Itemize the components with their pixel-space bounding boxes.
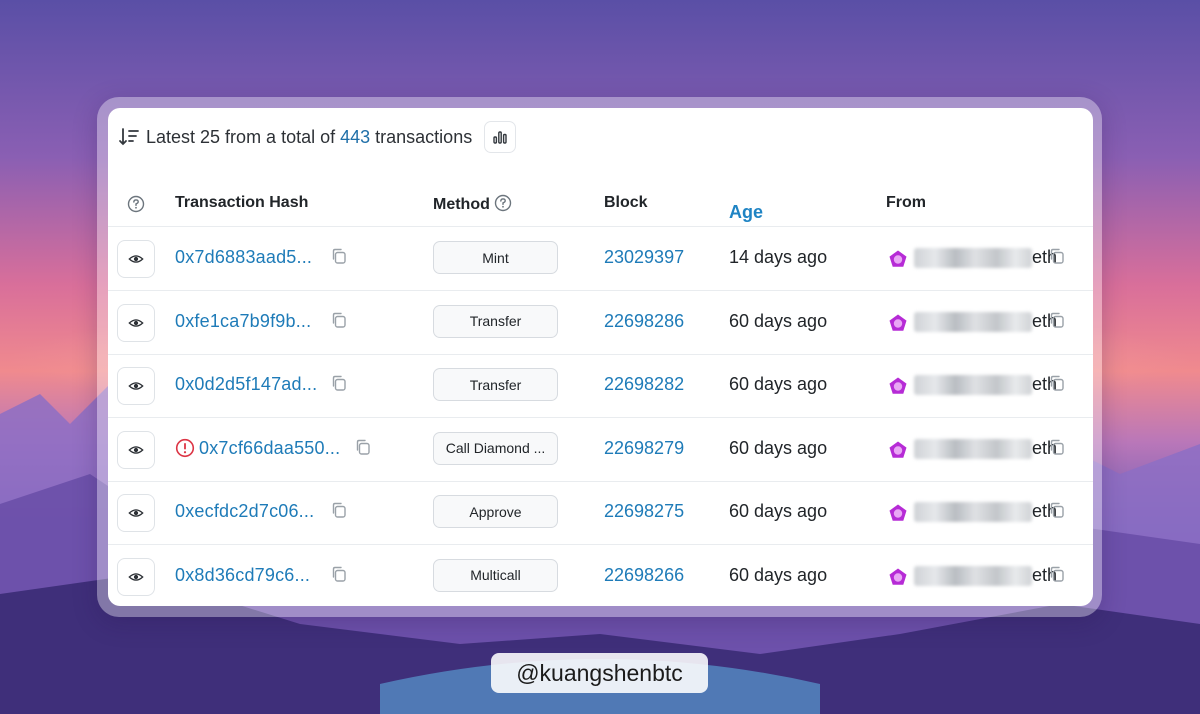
block-link[interactable]: 22698266 (604, 565, 684, 586)
copy-icon[interactable] (330, 374, 348, 392)
pentagon-badge-icon (888, 503, 908, 523)
sort-descending-icon (119, 128, 139, 146)
copy-icon[interactable] (330, 565, 348, 583)
view-details-button[interactable] (117, 494, 155, 532)
column-header-block: Block (604, 194, 648, 211)
block-link[interactable]: 22698279 (604, 438, 684, 459)
question-circle-icon[interactable] (494, 194, 512, 212)
copy-icon[interactable] (330, 311, 348, 329)
table-row: 0xfe1ca7b9f9b... Transfer 22698286 60 days … (108, 291, 1093, 355)
view-details-button[interactable] (117, 367, 155, 405)
copy-icon[interactable] (330, 247, 348, 265)
table-row: 0x0d2d5f147ad... Transfer 22698282 60 days … (108, 354, 1093, 418)
method-badge: Transfer (433, 304, 558, 338)
copy-icon[interactable] (1048, 438, 1066, 456)
age-text: 14 days ago (729, 247, 828, 267)
column-header-method-label: Method (433, 196, 490, 213)
view-details-button[interactable] (117, 557, 155, 596)
age-text: 60 days ago (729, 501, 828, 521)
column-header-age[interactable]: Age (729, 202, 763, 223)
eye-icon (128, 569, 144, 585)
bar-chart-icon (493, 131, 507, 144)
from-address-blurred[interactable] (914, 438, 1032, 459)
eye-icon (128, 505, 144, 521)
age-text: 60 days ago (729, 374, 828, 394)
column-header-from: From (886, 194, 926, 211)
from-address-blurred[interactable] (914, 565, 1032, 586)
copy-icon[interactable] (1048, 374, 1066, 392)
from-address-blurred[interactable] (914, 502, 1032, 522)
block-link[interactable]: 22698286 (604, 311, 684, 332)
transaction-hash-link[interactable]: 0x8d36cd79c6... (175, 565, 310, 586)
transactions-summary: Latest 25 from a total of 443 transactio… (118, 121, 517, 153)
method-badge: Mint (433, 241, 558, 274)
table-row: 0x7cf66daa550... Call Diamond ... 22698279… (108, 418, 1093, 482)
method-badge: Multicall (433, 558, 558, 592)
view-details-button[interactable] (117, 303, 155, 342)
pentagon-badge-icon (888, 440, 908, 460)
copy-icon[interactable] (1048, 565, 1066, 583)
from-address-blurred[interactable] (914, 375, 1032, 395)
age-text: 60 days ago (729, 564, 828, 585)
method-badge: Call Diamond ... (433, 431, 558, 465)
transaction-hash-link[interactable]: 0xecfdc2d7c06... (175, 501, 314, 522)
age-text: 60 days ago (729, 310, 828, 331)
block-link[interactable]: 22698282 (604, 374, 684, 395)
table-row: 0xecfdc2d7c06... Approve 22698275 60 days a… (108, 481, 1093, 545)
pentagon-badge-icon (888, 249, 908, 269)
transaction-hash-link[interactable]: 0x7d6883aad5... (175, 247, 312, 268)
error-circle-icon (175, 438, 195, 458)
pentagon-badge-icon (888, 313, 908, 333)
copy-icon[interactable] (1048, 311, 1066, 329)
transactions-card: Latest 25 from a total of 443 transactio… (108, 108, 1093, 606)
eye-icon (128, 251, 144, 267)
from-address-blurred[interactable] (914, 248, 1032, 268)
method-badge: Transfer (433, 368, 558, 401)
eye-icon (128, 378, 144, 394)
transaction-hash-link[interactable]: 0xfe1ca7b9f9b... (175, 311, 311, 332)
total-count[interactable]: 443 (340, 127, 370, 148)
summary-suffix: transactions (375, 126, 473, 147)
age-text: 60 days ago (729, 437, 828, 458)
copy-icon[interactable] (1048, 501, 1066, 519)
copy-icon[interactable] (354, 438, 372, 456)
copy-icon[interactable] (1048, 247, 1066, 265)
view-details-button[interactable] (117, 240, 155, 278)
transaction-hash-link[interactable]: 0x0d2d5f147ad... (175, 374, 317, 395)
block-link[interactable]: 23029397 (604, 247, 684, 268)
watermark: @kuangshenbtc (491, 653, 708, 693)
table-header: Transaction Hash Method Block Age From (108, 182, 1093, 227)
block-link[interactable]: 22698275 (604, 501, 684, 522)
method-badge: Approve (433, 495, 558, 528)
table-row: 0x8d36cd79c6... Multicall 22698266 60 days … (108, 545, 1093, 607)
pentagon-badge-icon (888, 376, 908, 396)
from-address-blurred[interactable] (914, 311, 1032, 332)
copy-icon[interactable] (330, 501, 348, 519)
view-details-button[interactable] (117, 430, 155, 469)
eye-icon (128, 442, 144, 458)
summary-prefix: Latest 25 from a total of (146, 126, 336, 147)
question-circle-icon[interactable] (127, 195, 145, 213)
pentagon-badge-icon (888, 567, 908, 587)
chart-button[interactable] (484, 121, 517, 153)
column-header-hash: Transaction Hash (175, 194, 309, 211)
column-header-method: Method (433, 194, 512, 214)
table-row: 0x7d6883aad5... Mint 23029397 14 days ago et… (108, 227, 1093, 291)
eye-icon (128, 315, 144, 331)
transaction-hash-link[interactable]: 0x7cf66daa550... (199, 438, 340, 459)
